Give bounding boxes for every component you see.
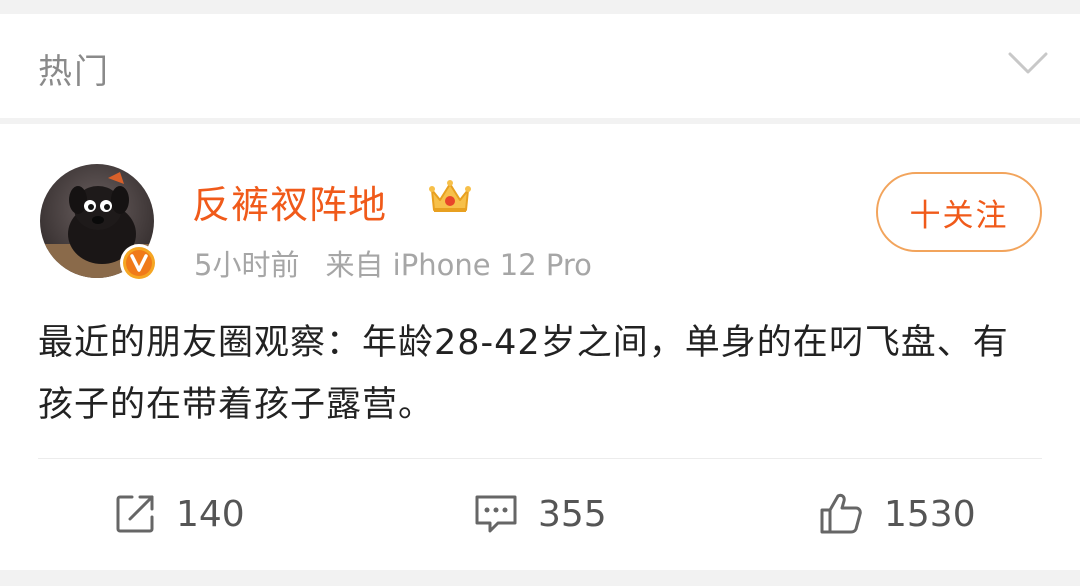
like-count: 1530 (884, 493, 976, 535)
crown-icon (429, 180, 471, 212)
comment-icon (475, 495, 517, 533)
follow-button[interactable]: 十关注 (876, 172, 1042, 252)
post-meta: 5小时前 来自 iPhone 12 Pro (194, 242, 592, 284)
comment-button[interactable]: 355 (472, 484, 607, 544)
repost-count: 140 (176, 493, 245, 535)
post-card: 反裤衩阵地 5小时前 来自 iPhone 12 Pro 十关注 最近的朋友圈观察：… (0, 124, 1080, 570)
post-time: 5小时前 (194, 248, 300, 282)
v-verified-icon (120, 244, 158, 282)
comment-count: 355 (538, 493, 607, 535)
divider (38, 458, 1042, 459)
post-source: 来自 iPhone 12 Pro (325, 248, 592, 282)
repost-icon (116, 495, 154, 533)
repost-button[interactable]: 140 (112, 484, 245, 544)
chevron-down-icon[interactable] (1006, 48, 1050, 78)
header-title: 热门 (38, 52, 110, 92)
post-text: 最近的朋友圈观察：年龄28-42岁之间，单身的在叼飞盘、有孩子的在带着孩子露营。 (38, 323, 1009, 425)
username[interactable]: 反裤衩阵地 (192, 174, 387, 229)
hot-section-header[interactable]: 热门 (0, 14, 1080, 118)
thumbs-up-icon (820, 493, 862, 534)
like-button[interactable]: 1530 (818, 484, 976, 544)
weibo-page: 热门 反裤衩阵地 5小时前 来自 iPhone 12 Pro 十关注 最近的朋友… (0, 0, 1080, 586)
